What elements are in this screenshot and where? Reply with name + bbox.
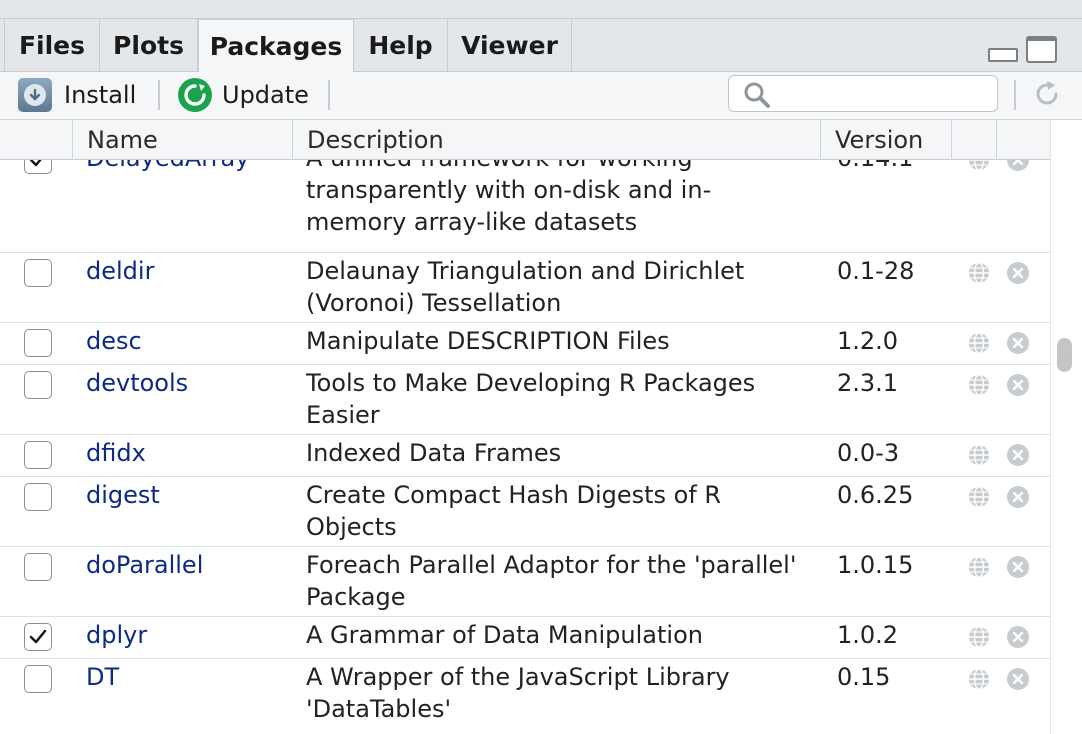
remove-package-icon[interactable] [1006, 160, 1030, 172]
remove-package-icon[interactable] [1006, 625, 1030, 649]
package-name-link[interactable]: dplyr [86, 619, 147, 651]
remove-package-icon[interactable] [1006, 261, 1030, 285]
browse-package-globe-icon[interactable] [967, 443, 991, 467]
load-package-checkbox[interactable] [24, 441, 52, 469]
packages-toolbar: Install Update [0, 72, 1082, 120]
packages-table-body: DelayedArray A unified framework for work… [0, 160, 1050, 734]
refresh-button[interactable] [1030, 77, 1064, 115]
scrollbar-track[interactable] [1050, 120, 1082, 734]
load-package-checkbox[interactable] [24, 623, 52, 651]
install-button-label: Install [64, 81, 137, 109]
table-row: digest Create Compact Hash Digests of R O… [0, 477, 1050, 547]
table-row: dfidx Indexed Data Frames 0.0-3 [0, 435, 1050, 477]
remove-package-icon[interactable] [1006, 667, 1030, 691]
package-search-input[interactable] [728, 75, 998, 112]
package-description: Indexed Data Frames [306, 439, 562, 467]
package-name-link[interactable]: deldir [86, 255, 154, 287]
package-description: Delaunay Triangulation and Dirichlet (Vo… [306, 257, 745, 317]
load-package-checkbox[interactable] [24, 329, 52, 357]
package-description: Create Compact Hash Digests of R Objects [306, 481, 722, 541]
package-description: Tools to Make Developing R Packages Easi… [306, 369, 756, 429]
package-version: 0.0-3 [837, 439, 900, 467]
packages-table-header: Name Description Version [0, 120, 1050, 160]
toolbar-separator [158, 80, 160, 110]
package-name-link[interactable]: DelayedArray [86, 160, 249, 174]
scrollbar-thumb[interactable] [1057, 338, 1072, 372]
minimize-pane-button[interactable] [988, 48, 1018, 62]
remove-package-icon[interactable] [1006, 331, 1030, 355]
search-icon [744, 82, 770, 108]
remove-package-icon[interactable] [1006, 443, 1030, 467]
package-name-link[interactable]: desc [86, 325, 142, 357]
tab-help[interactable]: Help [354, 19, 448, 72]
browse-package-globe-icon[interactable] [967, 625, 991, 649]
package-version: 0.6.25 [837, 481, 914, 509]
package-version: 0.14.1 [837, 160, 913, 174]
table-row: doParallel Foreach Parallel Adaptor for t… [0, 547, 1050, 617]
package-description: A unified framework for working transpar… [306, 160, 712, 236]
load-package-checkbox[interactable] [24, 483, 52, 511]
package-version: 0.1-28 [837, 257, 915, 285]
load-package-checkbox[interactable] [24, 259, 52, 287]
toolbar-separator [328, 80, 330, 110]
header-description[interactable]: Description [292, 120, 820, 160]
package-description: Foreach Parallel Adaptor for the 'parall… [306, 551, 797, 611]
package-description: Manipulate DESCRIPTION Files [306, 327, 670, 355]
table-row: dplyr A Grammar of Data Manipulation 1.0.2 [0, 617, 1050, 659]
table-row: devtools Tools to Make Developing R Packa… [0, 365, 1050, 435]
remove-package-icon[interactable] [1006, 555, 1030, 579]
update-button[interactable]: Update [178, 72, 309, 118]
package-name-link[interactable]: digest [86, 479, 160, 511]
header-name[interactable]: Name [72, 120, 292, 160]
install-button[interactable]: Install [18, 72, 136, 118]
package-name-link[interactable]: doParallel [86, 549, 203, 581]
update-refresh-icon [178, 78, 212, 112]
package-name-link[interactable]: dfidx [86, 437, 146, 469]
package-name-link[interactable]: devtools [86, 367, 188, 399]
browse-package-globe-icon[interactable] [967, 160, 991, 172]
browse-package-globe-icon[interactable] [967, 555, 991, 579]
header-version[interactable]: Version [820, 120, 951, 160]
browse-package-globe-icon[interactable] [967, 667, 991, 691]
tab-files[interactable]: Files [4, 19, 100, 72]
table-row: DelayedArray A unified framework for work… [0, 160, 1050, 253]
package-description: A Wrapper of the JavaScript Library 'Dat… [306, 663, 730, 723]
browse-package-globe-icon[interactable] [967, 373, 991, 397]
browse-package-globe-icon[interactable] [967, 261, 991, 285]
install-package-icon [18, 78, 52, 112]
update-button-label: Update [222, 81, 309, 109]
package-description: A Grammar of Data Manipulation [306, 621, 703, 649]
package-name-link[interactable]: DT [86, 661, 119, 693]
refresh-icon [1036, 81, 1058, 105]
remove-package-icon[interactable] [1006, 373, 1030, 397]
table-row: desc Manipulate DESCRIPTION Files 1.2.0 [0, 323, 1050, 365]
browse-package-globe-icon[interactable] [967, 485, 991, 509]
package-version: 1.2.0 [837, 327, 899, 355]
maximize-pane-button[interactable] [1026, 36, 1057, 63]
table-row: deldir Delaunay Triangulation and Dirichl… [0, 253, 1050, 323]
remove-package-icon[interactable] [1006, 485, 1030, 509]
load-package-checkbox[interactable] [24, 553, 52, 581]
browse-package-globe-icon[interactable] [967, 331, 991, 355]
load-package-checkbox[interactable] [24, 371, 52, 399]
tab-viewer[interactable]: Viewer [448, 19, 572, 72]
header-browse-column [951, 120, 996, 160]
pane-tab-bar: Files Plots Packages Help Viewer [0, 0, 1082, 73]
load-package-checkbox[interactable] [24, 665, 52, 693]
package-version: 1.0.15 [837, 551, 914, 579]
tab-plots[interactable]: Plots [100, 19, 198, 72]
load-package-checkbox[interactable] [24, 160, 52, 174]
toolbar-separator [1014, 80, 1016, 110]
header-remove-column [996, 120, 1050, 160]
tab-packages[interactable]: Packages [198, 19, 354, 73]
header-loaded-column [0, 120, 72, 160]
table-row: DT A Wrapper of the JavaScript Library 'D… [0, 659, 1050, 734]
package-version: 1.0.2 [837, 621, 899, 649]
package-version: 2.3.1 [837, 369, 899, 397]
package-version: 0.15 [837, 663, 891, 691]
